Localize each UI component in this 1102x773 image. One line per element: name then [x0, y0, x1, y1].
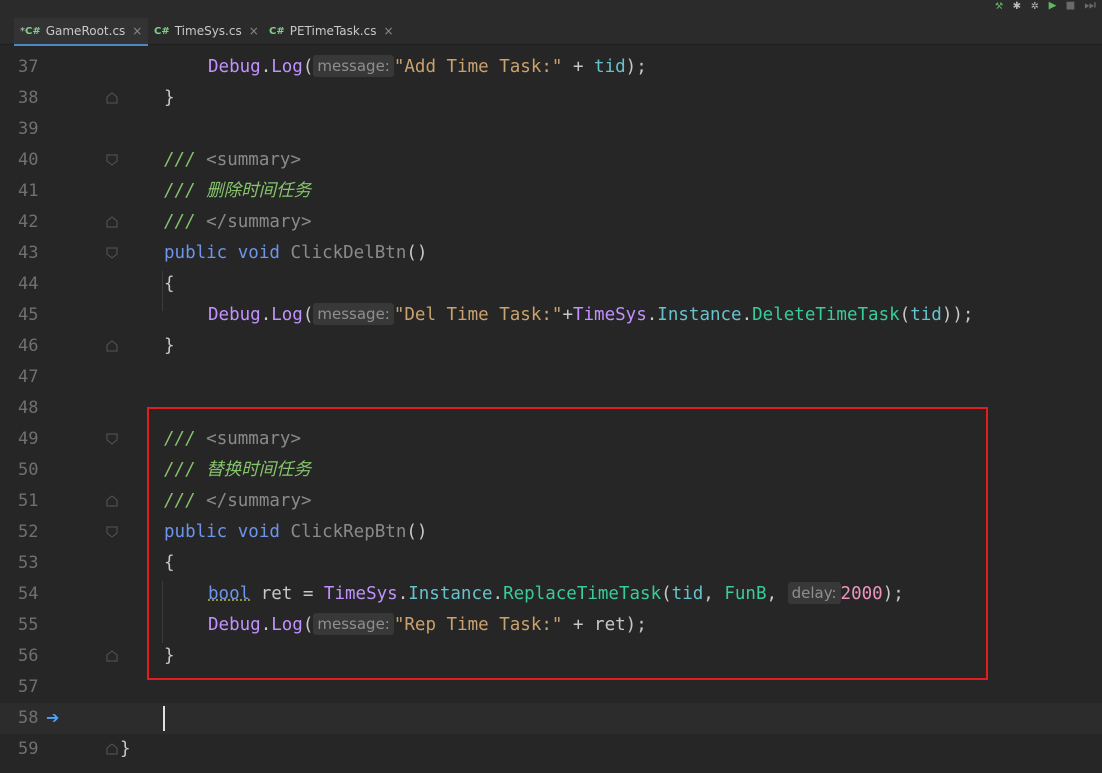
line-number: 55	[18, 615, 39, 635]
code-text: public void ClickDelBtn()	[164, 243, 428, 263]
code-text: /// <summary>	[164, 150, 301, 170]
fold-end-icon[interactable]	[106, 92, 118, 104]
line-number: 59	[18, 739, 39, 759]
line-number: 37	[18, 57, 39, 77]
line-number: 51	[18, 491, 39, 511]
code-line[interactable]: 59 }	[0, 734, 1102, 765]
csharp-file-icon: C#	[269, 25, 285, 37]
close-icon[interactable]: ×	[132, 24, 142, 38]
fold-start-icon[interactable]	[106, 247, 118, 259]
attach-debugger-icon[interactable]: ✲	[1031, 0, 1039, 12]
fold-end-icon[interactable]	[106, 743, 118, 755]
fold-end-icon[interactable]	[106, 495, 118, 507]
code-line[interactable]: 39	[0, 114, 1102, 145]
parameter-hint: message:	[313, 55, 394, 77]
line-number: 58	[18, 708, 39, 728]
tab-timesys[interactable]: C# TimeSys.cs ×	[154, 18, 259, 44]
code-text: /// </summary>	[164, 212, 312, 232]
line-number: 46	[18, 336, 39, 356]
code-text: }	[164, 336, 175, 356]
tab-label: TimeSys.cs	[174, 24, 242, 38]
stop-icon[interactable]: ■	[1066, 0, 1074, 12]
line-number: 38	[18, 88, 39, 108]
code-text: Debug.Log(message: "Add Time Task:" + tid…	[208, 55, 647, 77]
execution-arrow-icon[interactable]: ➔	[46, 708, 59, 727]
code-line[interactable]: 43 public void ClickDelBtn()	[0, 238, 1102, 269]
line-number: 57	[18, 677, 39, 697]
run-play-icon[interactable]: ▶	[1049, 0, 1057, 12]
code-line[interactable]: 37 Debug.Log(message: "Add Time Task:" + …	[0, 52, 1102, 83]
parameter-hint: message:	[313, 303, 394, 325]
code-line-current[interactable]: 58	[0, 703, 1102, 734]
code-line[interactable]: 45 Debug.Log(message: "Del Time Task:"+Ti…	[0, 300, 1102, 331]
code-line[interactable]: 47	[0, 362, 1102, 393]
highlight-box	[147, 407, 988, 680]
close-icon[interactable]: ×	[249, 24, 259, 38]
text-caret	[163, 706, 165, 731]
tab-gameroot[interactable]: *C# GameRoot.cs ×	[14, 18, 148, 46]
line-number: 41	[18, 181, 39, 201]
debug-bug-icon[interactable]: ✱	[1013, 0, 1021, 12]
line-number: 42	[18, 212, 39, 232]
code-line[interactable]: 40 /// <summary>	[0, 145, 1102, 176]
fold-end-icon[interactable]	[106, 650, 118, 662]
editor-tab-bar: *C# GameRoot.cs × C# TimeSys.cs × C# PET…	[0, 0, 1102, 46]
fold-end-icon[interactable]	[106, 340, 118, 352]
line-number: 53	[18, 553, 39, 573]
line-number: 47	[18, 367, 39, 387]
line-number: 50	[18, 460, 39, 480]
line-number: 43	[18, 243, 39, 263]
line-number: 45	[18, 305, 39, 325]
run-toolbar: ⚒ ✱ ✲ ▶ ■ ⏭	[995, 0, 1102, 12]
tab-petimetask[interactable]: C# PETimeTask.cs ×	[269, 18, 394, 44]
csharp-file-icon: C#	[154, 25, 170, 37]
tab-label: PETimeTask.cs	[289, 24, 377, 38]
code-line[interactable]: 38 }	[0, 83, 1102, 114]
build-hammer-icon[interactable]: ⚒	[995, 0, 1003, 12]
code-text: }	[164, 88, 175, 108]
code-text: }	[120, 739, 131, 759]
line-number: 54	[18, 584, 39, 604]
line-number: 44	[18, 274, 39, 294]
tab-label: GameRoot.cs	[45, 24, 126, 38]
code-line[interactable]: 44 {	[0, 269, 1102, 300]
line-number: 52	[18, 522, 39, 542]
line-number: 48	[18, 398, 39, 418]
line-number: 39	[18, 119, 39, 139]
step-icon[interactable]: ⏭	[1084, 0, 1096, 12]
csharp-file-icon: *C#	[20, 25, 41, 37]
code-line[interactable]: 46 }	[0, 331, 1102, 362]
fold-start-icon[interactable]	[106, 433, 118, 445]
close-icon[interactable]: ×	[383, 24, 393, 38]
code-text: {	[164, 274, 175, 294]
line-number: 56	[18, 646, 39, 666]
line-number: 40	[18, 150, 39, 170]
code-text: Debug.Log(message: "Del Time Task:"+TimeS…	[208, 303, 974, 325]
fold-start-icon[interactable]	[106, 526, 118, 538]
code-text: /// 删除时间任务	[164, 181, 312, 201]
code-line[interactable]: 41 /// 删除时间任务	[0, 176, 1102, 207]
line-number: 49	[18, 429, 39, 449]
fold-start-icon[interactable]	[106, 154, 118, 166]
fold-end-icon[interactable]	[106, 216, 118, 228]
code-line[interactable]: 42 /// </summary>	[0, 207, 1102, 238]
